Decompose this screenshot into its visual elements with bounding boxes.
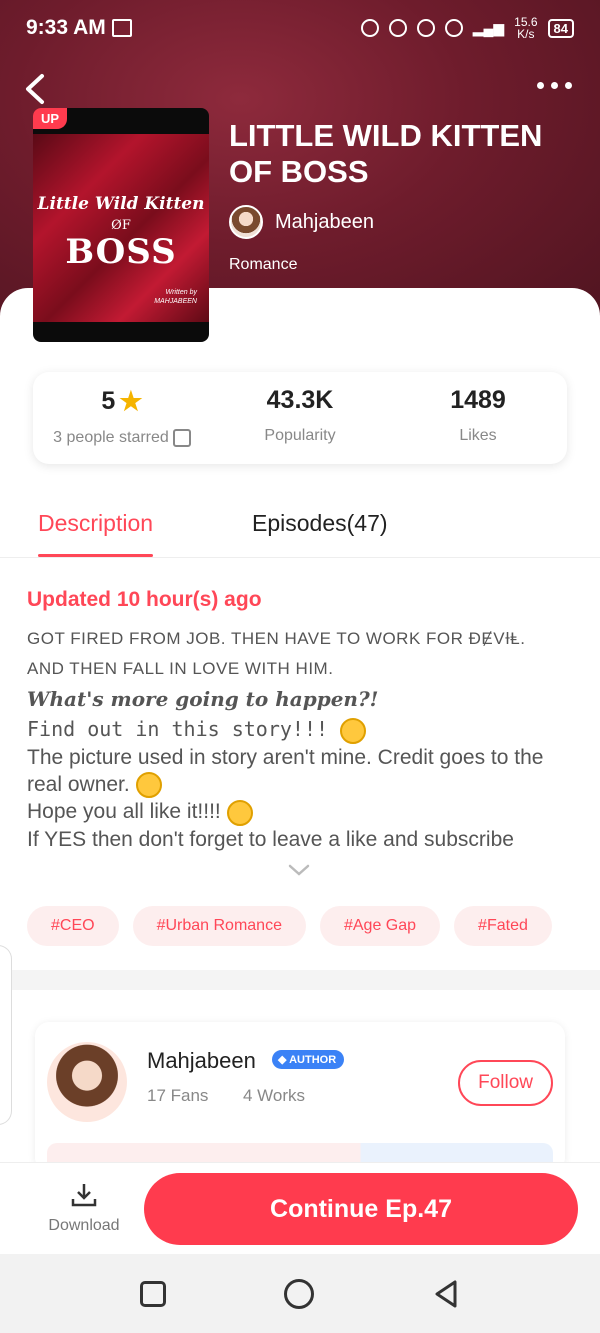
mute-bell-icon: [416, 19, 435, 37]
tag-urban-romance[interactable]: #Urban Romance: [132, 906, 306, 946]
add-circle-icon: [388, 19, 407, 37]
signal-icon: ▂▄▆: [472, 19, 505, 36]
chevron-down-icon[interactable]: [288, 864, 310, 876]
follow-button[interactable]: Follow: [458, 1060, 553, 1106]
desc-line-4: Find out in this story!!!: [27, 714, 577, 744]
system-nav-bar: [0, 1254, 600, 1333]
tag-ceo[interactable]: #CEO: [27, 906, 119, 946]
likes-value: 1489: [450, 386, 506, 414]
battery-indicator: 84: [547, 18, 574, 38]
download-label: Download: [48, 1217, 120, 1234]
popularity-value: 43.3K: [266, 386, 334, 414]
edit-icon[interactable]: [172, 429, 191, 447]
desc-line-2: AND THEN FALL IN LOVE WITH HIM.: [27, 659, 334, 678]
rating-label: 3 people starred: [53, 429, 169, 446]
wifi-icon: [444, 19, 463, 37]
author-name: Mahjabeen: [275, 210, 374, 233]
likes-stat: 1489 Likes: [389, 372, 567, 464]
back-arrow-icon[interactable]: [22, 72, 52, 106]
gallery-icon: [111, 19, 132, 37]
emoji-smile-icon: [135, 772, 162, 799]
star-icon: ★: [119, 386, 143, 416]
author-card-name[interactable]: Mahjabeen: [147, 1048, 256, 1074]
stats-card: 5 ★ 3 people starred 43.3K Popularity 148…: [33, 372, 567, 464]
tag-age-gap[interactable]: #Age Gap: [319, 906, 441, 946]
tag-list: #CEO #Urban Romance #Age Gap #Fated: [27, 906, 552, 946]
desc-line-1: GOT FIRED FROM JOB. THEN HAVE TO WORK FO…: [27, 629, 526, 648]
continue-reading-button[interactable]: Continue Ep.47: [144, 1173, 578, 1245]
book-detail-screen: 9:33 AM ▂▄▆ 15.6 K/s 84 LITTLE WILD KITTE…: [0, 0, 600, 1333]
section-divider: [0, 970, 600, 990]
desc-line-6: Hope you all like it!!!!: [27, 798, 577, 826]
nav-circle-icon[interactable]: [284, 1278, 314, 1309]
tab-description[interactable]: Description: [38, 510, 154, 557]
cover-title-line3: BOSS: [65, 232, 177, 272]
book-title: LITTLE WILD KITTEN OF BOSS: [229, 118, 543, 189]
tab-episodes[interactable]: Episodes(47): [252, 510, 388, 537]
download-icon: [71, 1184, 97, 1207]
desc-line-7: If YES then don't forget to leave a like…: [27, 827, 514, 851]
nav-square-icon[interactable]: [140, 1280, 166, 1307]
status-time: 9:33 AM: [26, 16, 106, 39]
bottom-action-bar: Download Continue Ep.47: [0, 1162, 600, 1254]
tag-fated[interactable]: #Fated: [454, 906, 552, 946]
floating-edge-tab[interactable]: [0, 945, 12, 1125]
rating-value: 5: [101, 387, 116, 415]
cover-title-line1: Little Wild Kitten: [37, 194, 205, 214]
more-dots-icon[interactable]: [537, 82, 572, 89]
popularity-label: Popularity: [264, 427, 336, 444]
popularity-stat: 43.3K Popularity: [211, 372, 389, 464]
likes-label: Likes: [459, 427, 497, 444]
book-cover: UP Little Wild Kitten ØF BOSS Written by…: [33, 108, 209, 342]
network-speed: 15.6 K/s: [514, 15, 538, 41]
author-works: 4 Works: [243, 1086, 306, 1105]
nav-back-icon[interactable]: [432, 1279, 460, 1309]
author-avatar-small: [229, 205, 263, 239]
updated-text: Updated 10 hour(s) ago: [27, 588, 262, 611]
author-badge: ◆ AUTHOR: [272, 1050, 345, 1069]
author-card: Mahjabeen ◆ AUTHOR 17 Fans 4 Works Follo…: [35, 1022, 565, 1173]
rating-stat[interactable]: 5 ★ 3 people starred: [33, 372, 211, 464]
detail-tabs: Description Episodes(47): [0, 500, 600, 558]
author-fans: 17 Fans: [147, 1086, 209, 1105]
description-section: Updated 10 hour(s) ago GOT FIRED FROM JO…: [27, 588, 577, 853]
author-row[interactable]: Mahjabeen: [229, 205, 374, 239]
book-genre[interactable]: Romance: [229, 256, 297, 274]
author-avatar[interactable]: [47, 1042, 127, 1122]
emoji-grin-icon: [226, 799, 253, 826]
cover-byline: Written by MAHJABEEN: [154, 289, 197, 305]
status-bar: 9:33 AM ▂▄▆ 15.6 K/s 84: [0, 0, 600, 56]
download-button[interactable]: Download: [44, 1181, 124, 1235]
desc-line-5: The picture used in story aren't mine. C…: [27, 744, 577, 799]
headset-icon: [360, 19, 379, 37]
status-icons: ▂▄▆ 15.6 K/s 84: [360, 15, 574, 41]
update-badge: UP: [33, 108, 68, 129]
emoji-grin-icon: [340, 717, 367, 744]
desc-line-3: What's more going to happen?!: [27, 687, 379, 711]
cover-title-line2: ØF: [111, 218, 131, 233]
